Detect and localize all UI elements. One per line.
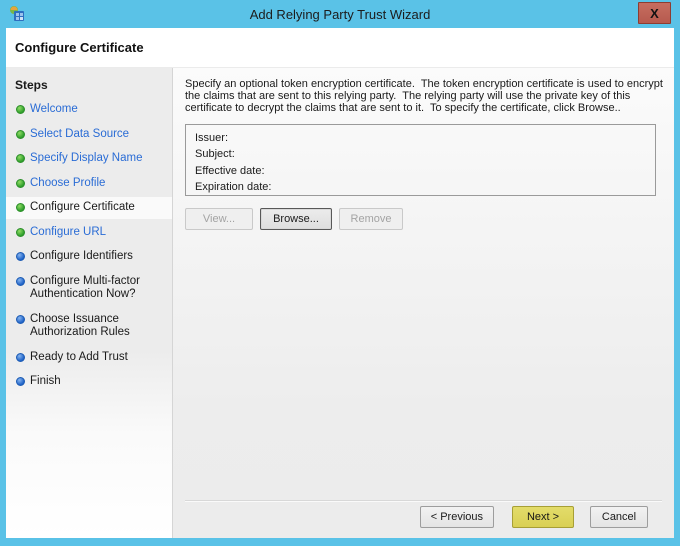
step-label: Configure Certificate: [30, 201, 135, 213]
window-body: Configure Certificate Steps Welcome Sele…: [6, 28, 674, 538]
sidebar-item-ready-to-add-trust[interactable]: Ready to Add Trust: [6, 347, 172, 369]
sidebar-item-specify-display-name[interactable]: Specify Display Name: [6, 148, 172, 170]
step-label: Finish: [30, 375, 61, 387]
step-label: Welcome: [30, 103, 78, 115]
titlebar: Add Relying Party Trust Wizard X: [0, 0, 680, 28]
sidebar-item-welcome[interactable]: Welcome: [6, 99, 172, 121]
sidebar-item-configure-identifiers[interactable]: Configure Identifiers: [6, 246, 172, 268]
page-header: Configure Certificate: [6, 28, 674, 68]
step-pending-icon: [16, 276, 25, 286]
sidebar-item-finish[interactable]: Finish: [6, 371, 172, 393]
step-completed-icon: [16, 178, 25, 188]
step-pending-icon: [16, 314, 25, 324]
sidebar-item-configure-certificate[interactable]: Configure Certificate: [6, 197, 172, 219]
main-pane: Specify an optional token encryption cer…: [173, 68, 674, 538]
step-label: Choose Profile: [30, 176, 106, 189]
steps-header: Steps: [15, 78, 48, 92]
step-label: Specify Display Name: [30, 152, 143, 164]
step-label: Configure Identifiers: [30, 250, 133, 262]
cancel-button[interactable]: Cancel: [590, 506, 648, 528]
next-button[interactable]: Next >: [512, 506, 574, 528]
wizard-window: Add Relying Party Trust Wizard X Configu…: [0, 0, 680, 546]
step-pending-icon: [16, 377, 25, 386]
sidebar-item-configure-multi-factor[interactable]: Configure Multi-factor Authentication No…: [6, 271, 172, 306]
step-label: Configure Multi-factor Authentication No…: [30, 274, 140, 301]
step-label: Choose Issuance Authorization Rules: [30, 312, 130, 339]
close-button[interactable]: X: [638, 2, 671, 24]
view-button: View...: [185, 207, 253, 230]
sidebar-item-select-data-source[interactable]: Select Data Source: [6, 124, 172, 146]
sidebar-item-choose-profile[interactable]: Choose Profile: [6, 173, 172, 195]
adfs-app-icon: [8, 5, 26, 23]
window-title: Add Relying Party Trust Wizard: [249, 6, 431, 22]
remove-button: Remove: [339, 207, 403, 230]
footer-buttons: < Previous Next > Cancel: [185, 502, 668, 538]
step-label: Ready to Add Trust: [30, 350, 128, 363]
step-completed-icon: [16, 129, 25, 139]
step-pending-icon: [16, 252, 25, 261]
certificate-subject-label: Subject:: [195, 148, 235, 161]
sidebar-item-choose-issuance-rules[interactable]: Choose Issuance Authorization Rules: [6, 309, 172, 344]
step-completed-icon: [16, 227, 25, 237]
browse-button[interactable]: Browse...: [260, 207, 332, 230]
step-completed-icon: [16, 105, 25, 114]
step-pending-icon: [16, 352, 25, 362]
step-label: Select Data Source: [30, 127, 130, 140]
step-completed-icon: [16, 154, 25, 163]
certificate-effective-date-label: Effective date:: [195, 164, 265, 177]
previous-button[interactable]: < Previous: [419, 506, 494, 528]
page-title: Configure Certificate: [15, 40, 144, 55]
content: Steps Welcome Select Data Source Specify…: [6, 68, 674, 538]
steps-list: Welcome Select Data Source Specify Displ…: [6, 99, 172, 393]
certificate-issuer-label: Issuer:: [195, 131, 229, 144]
step-description: Specify an optional token encryption cer…: [185, 78, 667, 115]
step-completed-icon: [16, 203, 25, 212]
certificate-details-box: Issuer: Subject: Effective date: Expirat…: [185, 123, 656, 196]
certificate-expiration-date-label: Expiration date:: [195, 181, 272, 194]
sidebar-item-configure-url[interactable]: Configure URL: [6, 222, 172, 244]
steps-sidebar: Steps Welcome Select Data Source Specify…: [6, 68, 173, 538]
certificate-actions: View... Browse... Remove: [185, 207, 668, 230]
step-label: Configure URL: [30, 225, 107, 238]
